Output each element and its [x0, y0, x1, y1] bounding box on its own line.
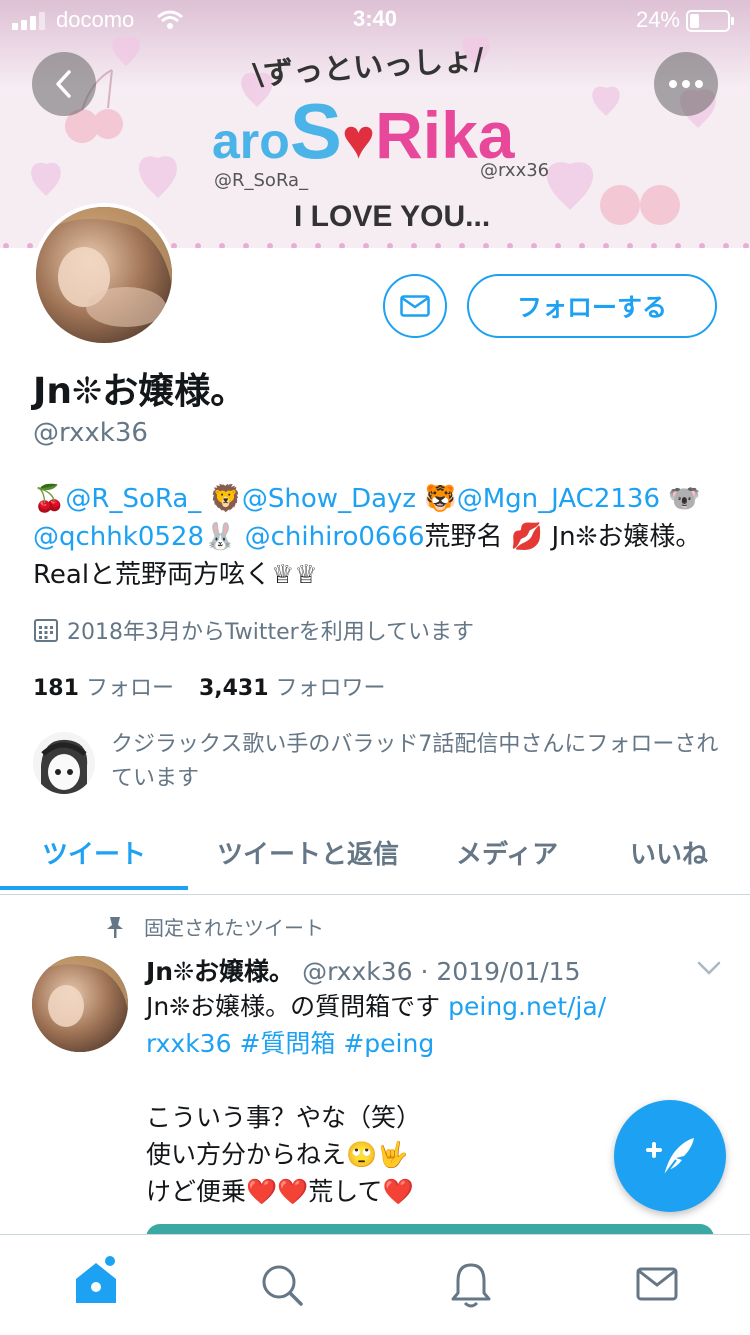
- banner-logo: aroS♥Rika: [212, 86, 515, 177]
- mail-icon: [400, 295, 430, 317]
- chevron-left-icon: [56, 70, 71, 98]
- joined-date: 2018年3月からTwitterを利用しています: [33, 614, 474, 646]
- message-button[interactable]: [383, 274, 447, 338]
- tweet-line: 使い方分からねえ🙄🤟: [146, 1140, 409, 1169]
- rabbit-emoji: 🐰: [203, 522, 237, 552]
- koala-emoji: 🐨: [668, 484, 701, 514]
- compose-feather-icon: [646, 1138, 694, 1177]
- avatar-image: [36, 207, 172, 343]
- bio-line-3: Realと荒野両方呟く♕♕: [33, 560, 318, 590]
- tweet-meta: @rxxk36 · 2019/01/15: [302, 957, 581, 986]
- follow-button[interactable]: フォローする: [467, 274, 717, 338]
- active-tab-indicator: [0, 886, 188, 890]
- follower-avatar-image: [33, 732, 95, 794]
- pinned-indicator: 固定されたツイート: [104, 912, 324, 941]
- tweet-author-avatar[interactable]: [32, 956, 128, 1052]
- pinned-label: 固定されたツイート: [144, 916, 324, 940]
- battery-icon: [686, 10, 734, 32]
- bio-line-2: @qchhk0528🐰 @chihiro0666荒野名 💋 Jn❊お嬢様。: [33, 518, 723, 556]
- hashtag-link[interactable]: #peing: [343, 1029, 434, 1058]
- profile-avatar[interactable]: [32, 203, 176, 347]
- mention-link[interactable]: @R_SoRa_: [65, 484, 201, 514]
- hearts-emoji: ❤️❤️: [246, 1177, 309, 1206]
- profile-handle: @rxxk36: [33, 418, 148, 448]
- tab-tweets[interactable]: ツイート: [42, 834, 146, 871]
- cherry-emoji: 🍒: [33, 484, 66, 514]
- following-count: 181: [33, 676, 79, 701]
- bio-text: 荒野名: [424, 522, 503, 552]
- profile-tabs: ツイート ツイートと返信 メディア いいね: [0, 820, 750, 895]
- bio-text: Jn❊お嬢様。: [551, 522, 702, 552]
- bottom-navigation: [0, 1234, 750, 1335]
- tweet-author-name[interactable]: Jn❊お嬢様。: [146, 957, 294, 986]
- bio-line-1: 🍒@R_SoRa_ 🦁@Show_Dayz 🐯@Mgn_JAC2136 🐨: [33, 480, 723, 518]
- heart-icon: ♥: [341, 107, 376, 170]
- banner-logo-s: S: [289, 87, 342, 175]
- heart-emoji: ❤️: [382, 1177, 414, 1206]
- followers-count: 3,431: [198, 676, 269, 701]
- tweet-line: Jn❊お嬢様。の質問箱です peing.net/ja/: [146, 988, 656, 1025]
- back-button[interactable]: [32, 52, 96, 116]
- banner-tag-left: @R_SoRa_: [214, 170, 309, 191]
- lion-emoji: 🦁: [209, 484, 242, 514]
- tweet-url-link[interactable]: peing.net/ja/: [448, 992, 606, 1021]
- joined-text: 2018年3月からTwitterを利用しています: [67, 620, 475, 645]
- banner-tag-right: @rxx36: [480, 160, 550, 181]
- banner-bottom-text: I LOVE YOU...: [294, 200, 491, 233]
- tiger-emoji: 🐯: [424, 484, 457, 514]
- followers-link[interactable]: 3,431 フォロワー: [199, 676, 386, 701]
- mention-link[interactable]: @qchhk0528: [33, 522, 204, 552]
- mention-link[interactable]: @chihiro0666: [245, 522, 425, 552]
- mention-link[interactable]: @Show_Dayz: [242, 484, 416, 514]
- tweet-avatar-image: [32, 956, 128, 1052]
- compose-tweet-button[interactable]: [614, 1100, 726, 1212]
- tweet-text: Jn❊お嬢様。の質問箱です: [146, 992, 449, 1021]
- tweet-body: Jn❊お嬢様。の質問箱です peing.net/ja/ rxxk36 #質問箱 …: [146, 988, 656, 1210]
- follow-counts: 181 フォロー 3,431 フォロワー: [33, 670, 386, 702]
- home-icon[interactable]: [72, 1255, 120, 1307]
- banner-logo-left: aro: [212, 113, 290, 169]
- tweet-text: けど便乗: [146, 1177, 247, 1206]
- tweet-line: こういう事？やな（笑）: [146, 1103, 422, 1132]
- followers-label: フォロワー: [275, 676, 386, 701]
- tweet-line: けど便乗❤️❤️荒して❤️: [146, 1173, 656, 1210]
- hashtag-link[interactable]: #質問箱: [239, 1029, 335, 1058]
- search-icon[interactable]: [260, 1263, 304, 1307]
- status-bar: docomo 3:40 24%: [0, 0, 750, 40]
- follower-avatar: [33, 732, 95, 794]
- calendar-icon: [34, 619, 58, 642]
- chevron-down-icon[interactable]: [696, 960, 722, 976]
- messages-envelope-icon[interactable]: [636, 1267, 678, 1301]
- profile-bio: 🍒@R_SoRa_ 🦁@Show_Dayz 🐯@Mgn_JAC2136 🐨 @q…: [33, 480, 723, 594]
- tab-likes[interactable]: いいね: [630, 834, 708, 871]
- more-options-button[interactable]: [654, 52, 718, 116]
- pin-icon: [107, 916, 123, 938]
- tweet-header: Jn❊お嬢様。 @rxxk36 · 2019/01/15: [146, 952, 580, 988]
- mention-link[interactable]: @Mgn_JAC2136: [457, 484, 660, 514]
- notifications-bell-icon[interactable]: [450, 1261, 492, 1309]
- tweet-line: rxxk36 #質問箱 #peing: [146, 1025, 656, 1062]
- tab-media[interactable]: メディア: [456, 834, 558, 871]
- battery-percent: 24%: [635, 7, 680, 32]
- tweet-url-link[interactable]: rxxk36: [146, 1029, 232, 1058]
- tab-tweets-replies[interactable]: ツイートと返信: [217, 834, 399, 871]
- following-label: フォロー: [85, 676, 174, 701]
- profile-name: Jn❊お嬢様。: [33, 371, 247, 412]
- kiss-emoji: 💋: [510, 522, 544, 552]
- following-link[interactable]: 181 フォロー: [33, 676, 181, 701]
- tweet-text: 荒して: [308, 1177, 383, 1206]
- more-icon: [669, 80, 703, 88]
- followed-by-text: クジラックス歌い手のバラッド7話配信中さんにフォローされています: [111, 732, 719, 791]
